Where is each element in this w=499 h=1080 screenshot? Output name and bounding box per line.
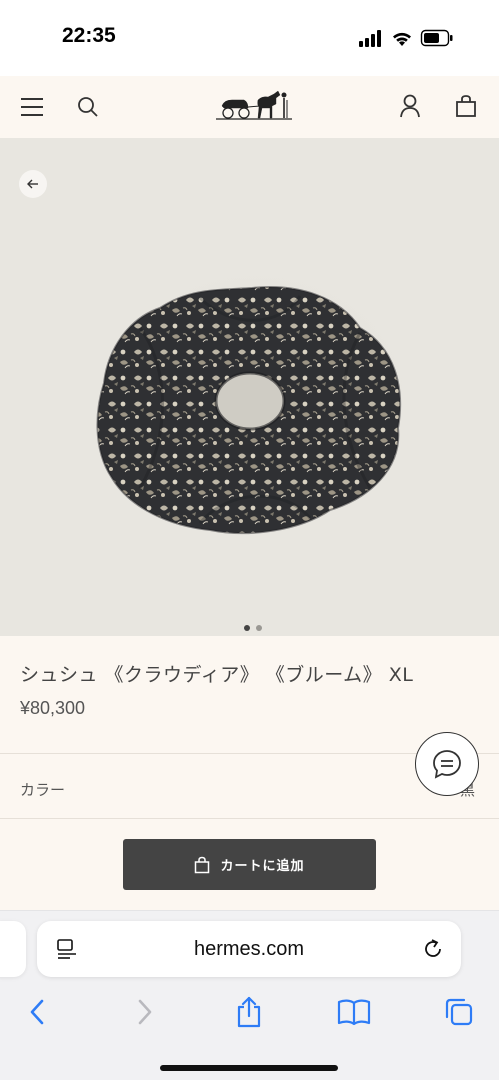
- share-icon: [237, 996, 261, 1028]
- product-title: シュシュ 《クラウディア》 《ブルーム》 XL: [20, 664, 414, 686]
- url-text: hermes.com: [193, 938, 305, 960]
- previous-tab-preview[interactable]: [0, 921, 26, 977]
- account-button[interactable]: [394, 90, 426, 122]
- home-indicator[interactable]: [160, 1065, 338, 1071]
- battery-icon: [420, 29, 453, 47]
- reload-icon[interactable]: [421, 937, 445, 961]
- menu-button[interactable]: [16, 91, 48, 123]
- status-icons: [359, 28, 459, 48]
- divider: [0, 818, 499, 819]
- forward-icon: [138, 999, 152, 1025]
- hamburger-menu-icon: [21, 98, 43, 116]
- chat-button[interactable]: [415, 732, 479, 796]
- product-image-scrunchie: [85, 258, 425, 538]
- carousel-dot[interactable]: [256, 625, 262, 631]
- carousel-indicator: [244, 616, 268, 631]
- hermes-carriage-logo: [216, 90, 292, 120]
- cellular-signal-icon: [359, 30, 381, 47]
- search-icon: [78, 97, 98, 117]
- wifi-icon: [393, 32, 411, 46]
- cart-header-button[interactable]: [450, 90, 482, 122]
- chat-bubble-icon: [433, 750, 461, 779]
- search-button[interactable]: [72, 91, 104, 123]
- product-info: シュシュ 《クラウディア》 《ブルーム》 XL ¥80,300 カラー 黒 カー…: [0, 636, 499, 910]
- back-icon: [30, 999, 44, 1025]
- shopping-bag-icon: [456, 95, 476, 117]
- browser-chrome: hermes.com: [0, 910, 499, 1080]
- product-price: ¥80,300: [20, 698, 86, 718]
- address-bar[interactable]: hermes.com: [37, 921, 461, 977]
- browser-forward-button[interactable]: [127, 994, 163, 1030]
- arrow-left-icon: [27, 179, 38, 189]
- color-label: カラー: [20, 781, 66, 799]
- site-header: [0, 76, 499, 138]
- status-time: 22:35: [62, 24, 116, 47]
- shopping-bag-icon: [195, 856, 210, 873]
- status-bar: 22:35: [0, 0, 499, 76]
- browser-back-button[interactable]: [19, 994, 55, 1030]
- user-icon: [400, 94, 420, 118]
- share-button[interactable]: [231, 994, 267, 1030]
- brand-logo[interactable]: [214, 86, 294, 126]
- add-to-cart-label: カートに追加: [220, 859, 305, 874]
- add-to-cart-button[interactable]: カートに追加: [123, 839, 376, 890]
- tabs-button[interactable]: [441, 994, 477, 1030]
- carousel-dot-active[interactable]: [244, 625, 250, 631]
- tabs-icon: [445, 998, 473, 1026]
- bookmarks-button[interactable]: [336, 994, 372, 1030]
- bookmarks-icon: [337, 999, 371, 1026]
- back-button[interactable]: [19, 170, 47, 198]
- product-image-carousel[interactable]: [0, 138, 499, 636]
